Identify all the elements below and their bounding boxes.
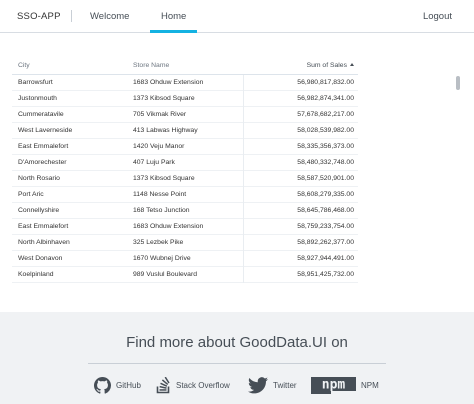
cell-city: East Emmalefort [18,143,69,150]
sort-ascending-icon [350,63,354,66]
column-divider [243,75,244,91]
cell-city: Cummeratavile [18,111,64,118]
column-divider [243,139,244,155]
column-divider [243,91,244,107]
table-row[interactable]: Barrowsfurt 1683 Ohduw Extension 56,980,81… [12,75,358,91]
table-row[interactable]: Connellyshire 168 Tetso Junction 58,645,78… [12,203,358,219]
npm-logo-text: npm [322,377,346,392]
twitter-label: Twitter [273,380,297,390]
stack-overflow-icon [156,376,171,394]
cell-city: Barrowsfurt [18,79,53,86]
column-divider [243,107,244,123]
cell-store: 1373 Kibsod Square [133,95,195,102]
cell-store: 1683 Ohduw Extension [133,79,204,86]
cell-store: 325 Lezbek Pike [133,239,184,246]
column-header-sales-label: Sum of Sales [306,62,347,69]
npm-link[interactable]: npm NPM [311,376,379,394]
cell-sales: 58,335,356,373.00 [297,143,354,150]
cell-sales: 58,608,279,335.00 [297,191,354,198]
twitter-link[interactable]: Twitter [248,376,297,394]
cell-store: 1683 Ohduw Extension [133,223,204,230]
cell-store: 407 Luju Park [133,159,175,166]
cell-city: North Albinhaven [18,239,70,246]
table-row[interactable]: Cummeratavile 705 Vikmak River 57,678,682,… [12,107,358,123]
footer-title: Find more about GoodData.UI on [126,334,348,351]
nav-welcome[interactable]: Welcome [90,11,129,22]
column-divider [243,219,244,235]
cell-city: West Laverneside [18,127,73,134]
cell-store: 1373 Kibsod Square [133,175,195,182]
cell-store: 413 Labwas Highway [133,127,198,134]
table-row[interactable]: West Laverneside 413 Labwas Highway 58,028… [12,123,358,139]
logout-link[interactable]: Logout [423,11,452,22]
column-divider [243,235,244,251]
cell-sales: 58,480,332,748.00 [297,159,354,166]
column-divider [243,155,244,171]
cell-sales: 58,759,233,754.00 [297,223,354,230]
cell-store: 1670 Wubnej Drive [133,255,191,262]
cell-store: 705 Vikmak River [133,111,187,118]
column-divider [243,187,244,203]
column-divider [243,171,244,187]
table-row[interactable]: North Rosario 1373 Kibsod Square 58,587,52… [12,171,358,187]
npm-icon: npm [311,376,356,394]
table-row[interactable]: Justonmouth 1373 Kibsod Square 56,982,874,… [12,91,358,107]
column-header-city[interactable]: City [18,62,30,69]
cell-city: East Emmalefort [18,223,69,230]
stack-overflow-link[interactable]: Stack Overflow [156,376,230,394]
cell-city: D'Amorechester [18,159,67,166]
cell-city: Port Aric [18,191,44,198]
column-header-sales[interactable]: Sum of Sales [307,62,354,69]
github-link[interactable]: GitHub [94,376,141,394]
column-divider [243,123,244,139]
app-header: SSO-APP Welcome Home Logout [0,0,474,33]
cell-sales: 58,927,944,491.00 [297,255,354,262]
column-divider [243,267,244,283]
cell-store: 989 Vuslul Boulevard [133,271,197,278]
github-icon [94,376,111,394]
table-row[interactable]: East Emmalefort 1683 Ohduw Extension 58,75… [12,219,358,235]
cell-city: Connellyshire [18,207,60,214]
cell-city: North Rosario [18,175,60,182]
cell-store: 1148 Nesse Point [133,191,187,198]
cell-sales: 58,951,425,732.00 [297,271,354,278]
github-label: GitHub [116,380,141,390]
table-scrollbar-thumb[interactable] [456,76,460,90]
footer-divider [88,363,386,364]
table-body: Barrowsfurt 1683 Ohduw Extension 56,980,81… [12,75,358,283]
cell-sales: 58,028,539,982.00 [297,127,354,134]
table-row[interactable]: North Albinhaven 325 Lezbek Pike 58,892,26… [12,235,358,251]
cell-sales: 57,678,682,217.00 [297,111,354,118]
nav-active-indicator [150,30,197,33]
column-divider [243,251,244,267]
cell-sales: 56,980,817,832.00 [297,79,354,86]
table-row[interactable]: East Emmalefort 1420 Veju Manor 58,335,356… [12,139,358,155]
cell-sales: 56,982,874,341.00 [297,95,354,102]
table-row[interactable]: Port Aric 1148 Nesse Point 58,608,279,335.… [12,187,358,203]
table-row[interactable]: D'Amorechester 407 Luju Park 58,480,332,74… [12,155,358,171]
cell-sales: 58,645,786,468.00 [297,207,354,214]
brand-separator [71,10,72,22]
footer: Find more about GoodData.UI on GitHub St… [0,312,474,404]
cell-sales: 58,892,262,377.00 [297,239,354,246]
sales-pivot-table: City Store Name Sum of Sales Barrowsfurt… [12,56,464,288]
app-brand[interactable]: SSO-APP [17,11,61,22]
npm-label: NPM [361,380,379,390]
cell-city: Justonmouth [18,95,57,102]
table-header: City Store Name Sum of Sales [12,56,358,75]
twitter-icon [248,376,268,394]
cell-sales: 58,587,520,901.00 [297,175,354,182]
column-header-store[interactable]: Store Name [133,62,169,69]
nav-home[interactable]: Home [161,11,186,22]
cell-store: 1420 Veju Manor [133,143,185,150]
table-row[interactable]: Koelpinland 989 Vuslul Boulevard 58,951,42… [12,267,358,283]
cell-store: 168 Tetso Junction [133,207,190,214]
column-divider [243,203,244,219]
cell-city: Koelpinland [18,271,54,278]
table-row[interactable]: West Donavon 1670 Wubnej Drive 58,927,944,… [12,251,358,267]
stack-overflow-label: Stack Overflow [176,380,230,390]
cell-city: West Donavon [18,255,63,262]
